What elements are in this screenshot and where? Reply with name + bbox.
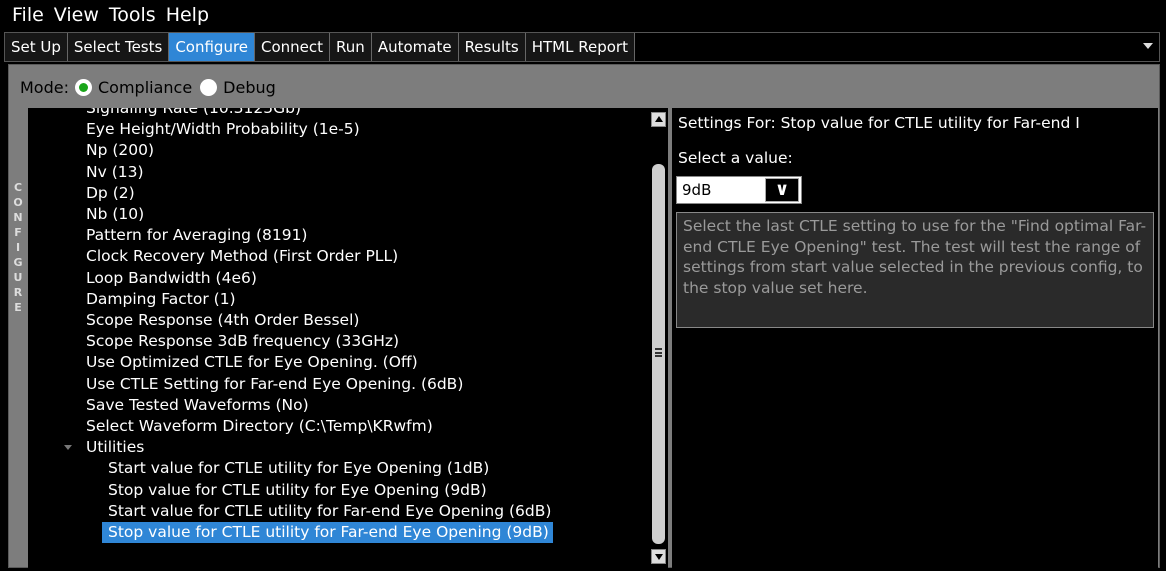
configure-side-label: CONFIGURE [9,180,27,315]
tree-scrollbar[interactable] [650,108,668,568]
collapse-caret-icon[interactable] [64,445,72,451]
mode-label: Mode: [20,77,69,97]
tree-child-item[interactable]: Start value for CTLE utility for Eye Ope… [108,458,489,479]
tree-child-item[interactable]: Start value for CTLE utility for Far-end… [108,501,551,522]
settings-title: Settings For: Stop value for CTLE utilit… [678,114,1080,132]
side-label-letter: F [14,226,22,239]
tree-item[interactable]: Use Optimized CTLE for Eye Opening. (Off… [86,352,418,373]
side-label-letter: N [13,211,23,224]
side-label-letter: O [13,196,23,209]
tree-item[interactable]: Pattern for Averaging (8191) [86,225,307,246]
tree-item[interactable]: Damping Factor (1) [86,289,236,310]
debug-label[interactable]: Debug [223,78,276,97]
dropdown-value: 9dB [682,181,712,199]
compliance-radio[interactable] [74,78,92,96]
tab-run[interactable]: Run [330,33,372,61]
tab-bar: Set Up Select Tests Configure Connect Ru… [4,32,1160,62]
tree-item[interactable]: Use CTLE Setting for Far-end Eye Opening… [86,374,463,395]
tree-item[interactable]: Nv (13) [86,162,144,183]
mode-selector: Mode: Compliance Debug [20,74,276,100]
side-label-letter: G [13,256,23,269]
side-label-letter: E [14,301,22,314]
tab-automate[interactable]: Automate [371,33,459,61]
menu-file[interactable]: File [0,0,49,30]
grip-icon [655,348,662,357]
select-value-label: Select a value: [678,149,793,167]
tab-select-tests[interactable]: Select Tests [67,33,170,61]
compliance-label[interactable]: Compliance [98,78,192,97]
tree-child-item[interactable]: Stop value for CTLE utility for Eye Open… [108,480,487,501]
tab-connect[interactable]: Connect [255,33,331,61]
scroll-down-icon[interactable] [651,549,666,564]
tree-item[interactable]: Clock Recovery Method (First Order PLL) [86,246,398,267]
setting-description: Select the last CTLE setting to use for … [676,212,1154,328]
tree-item[interactable]: Select Waveform Directory (C:\Temp\KRwfm… [86,416,433,437]
tree-group-utilities[interactable]: Utilities [86,437,144,458]
tree-item[interactable]: Scope Response 3dB frequency (33GHz) [86,331,399,352]
tree-child-item[interactable]: Stop value for CTLE utility for Far-end … [102,522,553,543]
menu-tools[interactable]: Tools [104,0,161,30]
tree-item[interactable]: Signaling Rate (10.3125Gb) [86,108,301,119]
tree-item[interactable]: Eye Height/Width Probability (1e-5) [86,119,360,140]
chevron-down-icon[interactable]: ∨ [765,178,799,202]
tree-item[interactable]: Np (200) [86,140,154,161]
menu-bar: File View Tools Help [0,0,1166,30]
menu-help[interactable]: Help [161,0,214,30]
tab-html-report[interactable]: HTML Report [525,33,635,61]
menu-view[interactable]: View [49,0,104,30]
tab-results[interactable]: Results [458,33,526,61]
side-label-letter: C [13,181,23,194]
settings-pane: Settings For: Stop value for CTLE utilit… [672,108,1158,568]
debug-radio[interactable] [200,78,218,96]
tree-item[interactable]: Nb (10) [86,204,144,225]
tab-configure[interactable]: Configure [169,33,256,61]
tree-item[interactable]: Scope Response (4th Order Bessel) [86,310,359,331]
tree-item[interactable]: Dp (2) [86,183,135,204]
tree-item[interactable]: Loop Bandwidth (4e6) [86,268,257,289]
side-label-letter: R [13,286,23,299]
side-label-letter: U [13,271,23,284]
config-tree: Signaling Rate (10.3125Gb) Eye Height/Wid… [28,108,650,568]
tab-overflow-arrow-icon[interactable] [1143,43,1153,49]
tree-item[interactable]: Save Tested Waveforms (No) [86,395,309,416]
side-label-letter: I [15,241,21,254]
value-dropdown[interactable]: 9dB ∨ [676,176,802,204]
scroll-up-icon[interactable] [651,112,666,127]
tab-set-up[interactable]: Set Up [5,33,68,61]
scrollbar-thumb[interactable] [652,164,665,544]
